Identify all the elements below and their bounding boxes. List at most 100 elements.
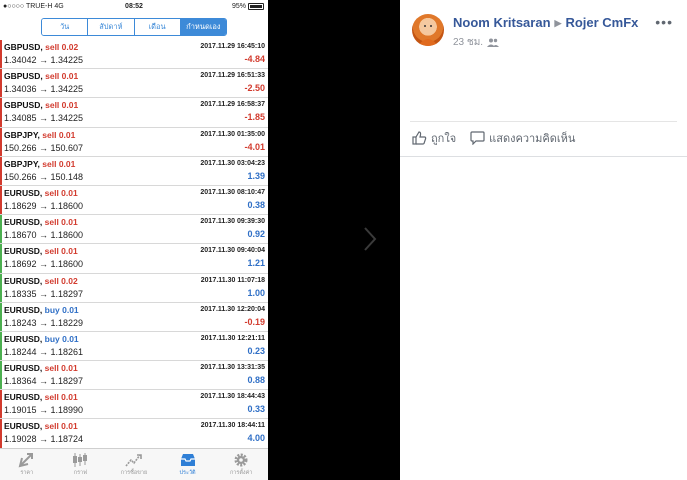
trade-row[interactable]: EURUSD, sell 0.01 2017.11.30 18:44:11 1.19… bbox=[0, 419, 268, 449]
trade-prices: 1.34042 → 1.34225 bbox=[4, 55, 84, 65]
settings-icon bbox=[234, 453, 248, 467]
segment-custom[interactable]: กำหนดเอง bbox=[180, 19, 226, 35]
trade-status-bar bbox=[0, 127, 2, 156]
trade-prices: 1.19028 → 1.18724 bbox=[4, 434, 84, 445]
like-label: ถูกใจ bbox=[431, 133, 457, 145]
trade-row[interactable]: GBPUSD, sell 0.01 2017.11.29 16:58:37 1.34… bbox=[0, 98, 268, 128]
trade-row[interactable]: EURUSD, sell 0.01 2017.11.30 08:10:47 1.18… bbox=[0, 185, 268, 216]
trade-symbol: EURUSD, bbox=[4, 304, 43, 315]
caret-right-icon: ▶ bbox=[554, 18, 562, 28]
trade-status-bar bbox=[0, 273, 2, 302]
trade-symbol-line: EURUSD, sell 0.01 bbox=[4, 421, 78, 431]
trade-close-time: 2017.11.29 16:45:10 bbox=[200, 43, 265, 50]
avatar[interactable] bbox=[412, 14, 444, 46]
segment-month[interactable]: เดือน bbox=[134, 19, 181, 35]
trade-row[interactable]: GBPUSD, sell 0.02 2017.11.29 16:45:10 1.34… bbox=[0, 40, 268, 70]
trade-row[interactable]: EURUSD, sell 0.01 2017.11.30 09:40:04 1.18… bbox=[0, 244, 268, 274]
chart-icon bbox=[73, 453, 88, 467]
trade-row[interactable]: EURUSD, sell 0.01 2017.11.30 13:31:35 1.18… bbox=[0, 361, 268, 391]
trade-symbol: EURUSD, bbox=[4, 246, 43, 257]
trade-close-time: 2017.11.30 09:40:04 bbox=[200, 247, 265, 255]
trade-row[interactable]: GBPJPY, sell 0.01 2017.11.30 03:04:23 150.… bbox=[0, 156, 268, 186]
trade-side: sell 0.01 bbox=[45, 100, 79, 111]
trade-symbol-line: GBPUSD, sell 0.01 bbox=[4, 71, 78, 81]
post-meta: 23 ชม. bbox=[453, 35, 500, 50]
trade-symbol: GBPJPY, bbox=[4, 158, 40, 169]
segment-day[interactable]: วัน bbox=[42, 19, 89, 35]
trade-prices: 1.18335 → 1.18297 bbox=[4, 288, 84, 299]
trade-close-time: 2017.11.30 08:10:47 bbox=[200, 188, 265, 196]
chevron-right-icon[interactable] bbox=[363, 226, 377, 252]
target-page-name[interactable]: Rojer CmFx bbox=[565, 15, 638, 30]
trade-row[interactable]: EURUSD, buy 0.01 2017.11.30 12:21:11 1.182… bbox=[0, 331, 268, 362]
trade-side: sell 0.01 bbox=[45, 71, 79, 82]
tab-quotes-label: ราคา bbox=[20, 470, 34, 476]
comment-button[interactable]: แสดงความคิดเห็น bbox=[470, 129, 575, 147]
trade-row[interactable]: EURUSD, buy 0.01 2017.11.30 12:20:04 1.182… bbox=[0, 302, 268, 332]
trade-prices: 1.18692 → 1.18600 bbox=[4, 259, 84, 270]
trade-row[interactable]: EURUSD, sell 0.01 2017.11.30 09:39:30 1.18… bbox=[0, 215, 268, 245]
trade-close-time: 2017.11.30 13:31:35 bbox=[200, 364, 265, 372]
tab-chart[interactable]: กราฟ bbox=[54, 449, 108, 480]
comment-label: แสดงความคิดเห็น bbox=[489, 133, 576, 145]
trade-row[interactable]: GBPUSD, sell 0.01 2017.11.29 16:51:33 1.34… bbox=[0, 69, 268, 99]
trade-symbol: GBPJPY, bbox=[4, 129, 40, 140]
trade-profit: 0.33 bbox=[247, 404, 265, 415]
trade-symbol-line: GBPUSD, sell 0.01 bbox=[4, 100, 78, 110]
trade-status-bar bbox=[0, 156, 2, 185]
post-header: Noom Kritsaran ▶ Rojer CmFx bbox=[453, 15, 638, 30]
trade-close-time: 2017.11.30 18:44:43 bbox=[200, 393, 265, 401]
trade-status-bar bbox=[0, 98, 2, 127]
like-button[interactable]: ถูกใจ bbox=[412, 129, 456, 147]
trade-row[interactable]: EURUSD, sell 0.02 2017.11.30 11:07:18 1.18… bbox=[0, 273, 268, 303]
trade-prices: 1.19015 → 1.18990 bbox=[4, 405, 84, 416]
trade-status-bar bbox=[0, 40, 2, 69]
author-name[interactable]: Noom Kritsaran bbox=[453, 15, 551, 30]
trade-status-bar bbox=[0, 215, 2, 244]
post-time[interactable]: 23 ชม. bbox=[453, 35, 483, 50]
trade-list: GBPUSD, sell 0.02 2017.11.29 16:45:10 1.34… bbox=[0, 40, 268, 449]
trade-profit: 0.38 bbox=[247, 199, 265, 210]
trade-side: sell 0.01 bbox=[42, 129, 76, 140]
trade-symbol: EURUSD, bbox=[4, 363, 43, 374]
post-actions: ถูกใจ แสดงความคิดเห็น bbox=[412, 129, 575, 147]
tab-quotes[interactable]: ราคา bbox=[0, 449, 54, 480]
trade-status-bar bbox=[0, 302, 2, 331]
trade-side: buy 0.01 bbox=[44, 304, 79, 315]
trade-profit: 0.23 bbox=[247, 345, 265, 356]
trade-prices: 1.34036 → 1.34225 bbox=[4, 84, 84, 95]
trade-profit: 1.00 bbox=[247, 287, 265, 298]
trade-symbol: EURUSD, bbox=[4, 187, 43, 198]
trade-status-bar bbox=[0, 390, 2, 419]
trade-side: sell 0.01 bbox=[44, 421, 78, 432]
trade-side: sell 0.02 bbox=[44, 275, 78, 286]
trade-symbol: EURUSD, bbox=[4, 421, 43, 432]
trade-status-bar bbox=[0, 361, 2, 390]
segment-week[interactable]: สัปดาห์ bbox=[88, 19, 135, 35]
trade-symbol-line: EURUSD, buy 0.01 bbox=[4, 334, 79, 344]
tab-settings[interactable]: การตั้งค่า bbox=[214, 449, 268, 480]
battery-icon bbox=[248, 3, 264, 10]
more-options-icon[interactable]: ••• bbox=[655, 14, 673, 30]
trade-status-bar bbox=[0, 185, 2, 215]
trade-symbol-line: EURUSD, sell 0.01 bbox=[4, 392, 78, 402]
trade-side: buy 0.01 bbox=[44, 333, 79, 344]
trade-profit: -4.84 bbox=[244, 54, 265, 64]
trade-prices: 1.18243 → 1.18229 bbox=[4, 317, 84, 328]
trade-prices: 1.18670 → 1.18600 bbox=[4, 230, 84, 241]
trade-profit: 1.39 bbox=[247, 170, 265, 181]
trade-symbol-line: GBPJPY, sell 0.01 bbox=[4, 130, 75, 140]
trade-profit: 4.00 bbox=[247, 433, 265, 444]
trade-row[interactable]: GBPJPY, sell 0.01 2017.11.30 01:35:00 150.… bbox=[0, 127, 268, 157]
trade-row[interactable]: EURUSD, sell 0.01 2017.11.30 18:44:43 1.19… bbox=[0, 390, 268, 420]
tab-history[interactable]: ประวัติ bbox=[161, 449, 215, 480]
trade-profit: 1.21 bbox=[247, 258, 265, 269]
trade-prices: 1.18364 → 1.18297 bbox=[4, 376, 84, 387]
tab-trade[interactable]: การซื้อขาย bbox=[107, 449, 161, 480]
trade-symbol: EURUSD, bbox=[4, 392, 43, 403]
trade-close-time: 2017.11.30 11:07:18 bbox=[200, 276, 265, 284]
trade-side: sell 0.02 bbox=[45, 42, 79, 52]
trade-prices: 150.266 → 150.148 bbox=[4, 171, 84, 182]
tab-settings-label: การตั้งค่า bbox=[229, 470, 253, 476]
trade-close-time: 2017.11.30 09:39:30 bbox=[200, 218, 265, 226]
